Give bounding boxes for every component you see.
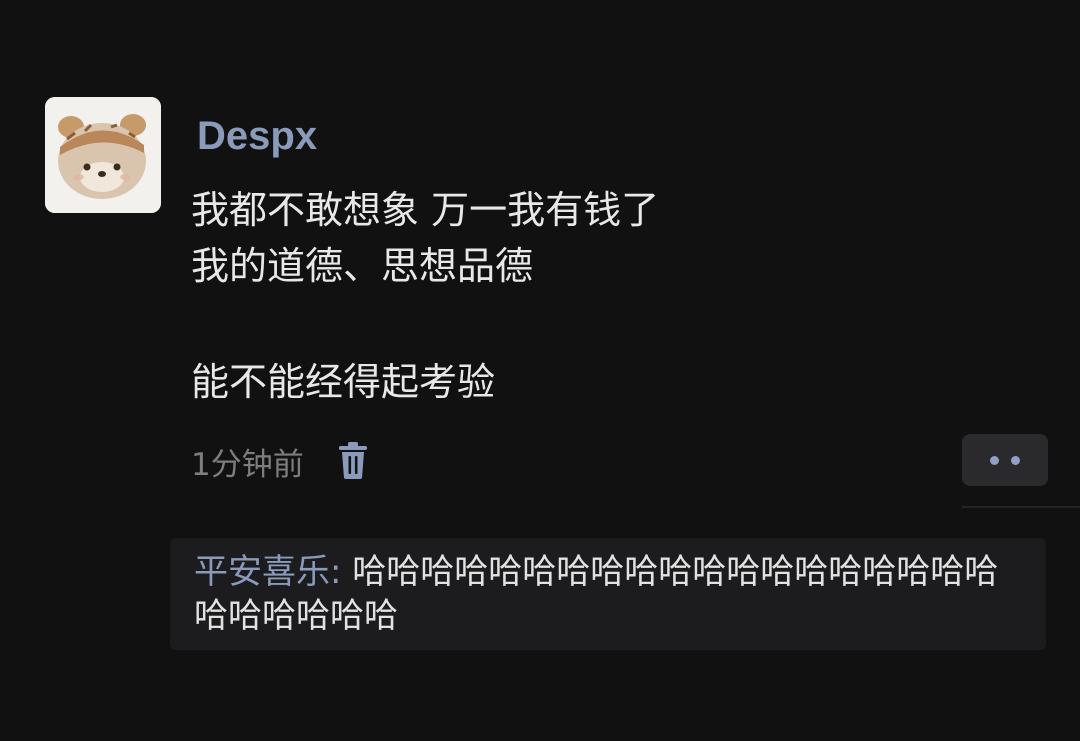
post-line: 我都不敢想象 万一我有钱了 [191, 188, 660, 232]
trash-icon[interactable] [338, 442, 368, 480]
post-line: 我的道德、思想品德 [191, 244, 534, 288]
timestamp: 1分钟前 [191, 446, 304, 483]
post-line: 能不能经得起考验 [191, 360, 496, 404]
post-meta: 1分钟前 [191, 436, 368, 486]
post-text: 我都不敢想象 万一我有钱了 我的道德、思想品德 能不能经得起考验 [191, 182, 1011, 410]
username[interactable]: Despx [197, 110, 317, 162]
divider [962, 506, 1080, 508]
more-dots-icon [990, 455, 999, 465]
comment[interactable]: 平安喜乐: 哈哈哈哈哈哈哈哈哈哈哈哈哈哈哈哈哈哈哈哈哈哈哈哈哈 [194, 550, 1024, 638]
commenter-name[interactable]: 平安喜乐 [194, 552, 330, 592]
comment-separator: : [330, 552, 353, 592]
avatar[interactable] [45, 97, 161, 213]
more-options-button[interactable] [962, 434, 1048, 486]
comments-box: 平安喜乐: 哈哈哈哈哈哈哈哈哈哈哈哈哈哈哈哈哈哈哈哈哈哈哈哈哈 [170, 538, 1046, 650]
more-dots-icon [1011, 455, 1020, 465]
bear-avatar-icon [45, 97, 161, 213]
